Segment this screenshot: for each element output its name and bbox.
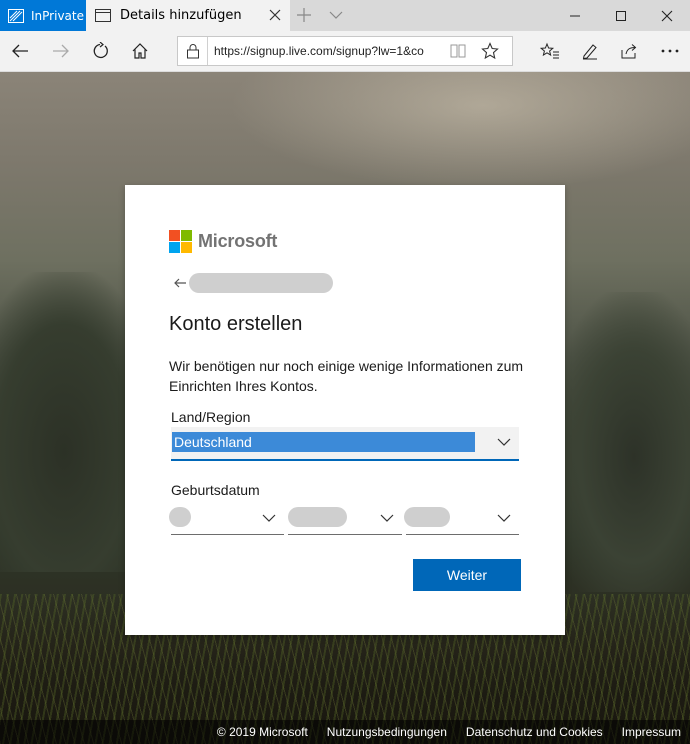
brand-name: Microsoft [198,231,278,251]
microsoft-logo: Microsoft [169,230,277,253]
footer-copyright: © 2019 Microsoft [216,725,308,739]
back-icon[interactable] [10,41,30,61]
active-tab[interactable]: Details hinzufügen [86,0,290,31]
tab-title: Details hinzufügen [120,8,242,23]
page-title: Konto erstellen [169,313,303,335]
country-select[interactable]: Deutschland [171,427,519,461]
share-icon[interactable] [619,41,639,61]
birth-day-select[interactable] [169,503,284,535]
chevron-down-icon[interactable] [497,437,511,447]
reading-view-icon[interactable] [449,42,467,60]
redacted-year [404,507,450,527]
inprivate-icon [8,8,24,23]
home-icon[interactable] [130,41,150,61]
navigation-bar: https://signup.live.com/signup?lw=1&co [0,31,690,72]
maximize-icon[interactable] [598,0,644,31]
more-icon[interactable] [660,41,680,61]
country-value[interactable]: Deutschland [172,432,475,452]
favorites-icon[interactable] [540,41,560,61]
new-tab-icon[interactable] [296,7,312,23]
next-button[interactable]: Weiter [413,559,521,591]
back-arrow-icon[interactable] [173,276,187,290]
inprivate-label: InPrivate [31,8,84,23]
birth-month-select[interactable] [288,503,402,535]
page-icon [95,9,111,22]
url-text[interactable]: https://signup.live.com/signup?lw=1&co [208,44,444,58]
chevron-down-icon[interactable] [262,513,276,523]
close-icon[interactable] [268,8,282,22]
window-close-icon[interactable] [644,0,690,31]
forward-icon[interactable] [51,41,71,61]
chevron-down-icon[interactable] [497,513,511,523]
background-mountain-right [550,292,690,592]
minimize-icon[interactable] [552,0,598,31]
account-identity [173,273,333,293]
inprivate-indicator: InPrivate [0,0,86,31]
birth-year-select[interactable] [404,503,519,535]
redacted-month [288,507,347,527]
tab-preview-icon[interactable] [328,7,344,23]
redacted-email [189,273,333,293]
signup-card: Microsoft Konto erstellen Wir benötigen … [125,185,565,635]
refresh-icon[interactable] [90,41,110,61]
redacted-day [169,507,191,527]
notes-icon[interactable] [580,41,600,61]
favorite-star-icon[interactable] [481,42,499,60]
page-description: Wir benötigen nur noch einige wenige Inf… [169,358,524,394]
birthdate-label: Geburtsdatum [171,482,260,498]
chevron-down-icon[interactable] [380,513,394,523]
microsoft-logo-icon [169,230,192,253]
footer-imprint-link[interactable]: Impressum [622,725,681,739]
tab-bar: InPrivate Details hinzufügen [0,0,690,31]
address-bar[interactable]: https://signup.live.com/signup?lw=1&co [177,36,513,66]
lock-icon[interactable] [178,37,208,65]
footer-terms-link[interactable]: Nutzungsbedingungen [327,725,447,739]
footer: © 2019 Microsoft Nutzungsbedingungen Dat… [0,720,690,744]
footer-privacy-link[interactable]: Datenschutz und Cookies [466,725,603,739]
country-label: Land/Region [171,409,251,425]
